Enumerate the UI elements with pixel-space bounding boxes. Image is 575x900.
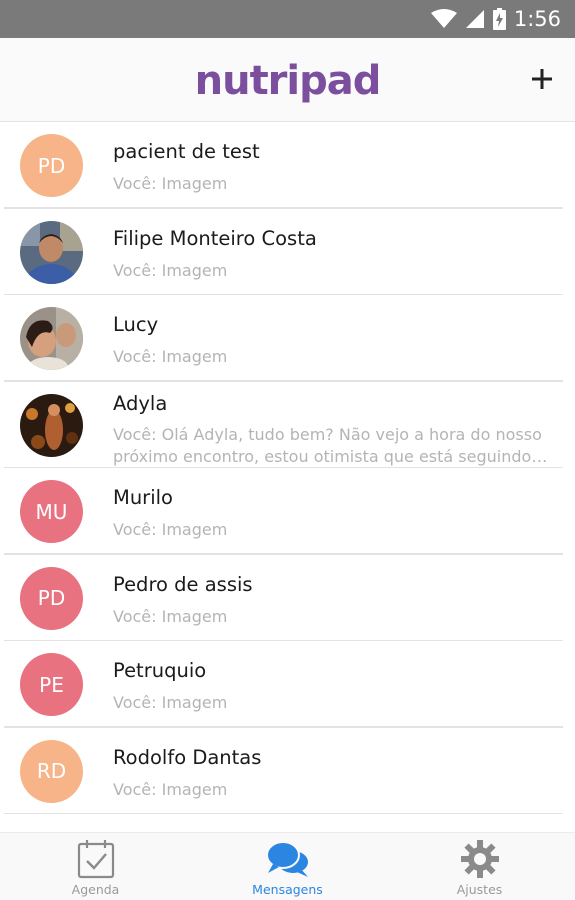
contact-name: Rodolfo Dantas	[113, 745, 262, 769]
app-logo: nutripad	[194, 58, 382, 104]
conversation-row[interactable]: Adyla Você: Olá Adyla, tudo bem? Não vej…	[0, 382, 575, 469]
message-preview: Você: Olá Adyla, tudo bem? Não vejo a ho…	[113, 424, 548, 466]
conversation-row[interactable]: RD Rodolfo Dantas Você: Imagem	[0, 728, 575, 815]
contact-name: Pedro de assis	[113, 572, 253, 596]
avatar: PE	[20, 653, 83, 716]
conversation-list: PD pacient de test Você: Imagem Filipe M…	[0, 122, 575, 832]
status-time: 1:56	[513, 7, 561, 31]
conversation-row[interactable]: MU Murilo Você: Imagem	[0, 468, 575, 555]
avatar: MU	[20, 480, 83, 543]
message-preview: Você: Imagem	[113, 520, 228, 539]
bottom-navigation: Agenda Mensagens Ajustes	[0, 832, 575, 900]
avatar: RD	[20, 739, 83, 803]
contact-name: Lucy	[113, 313, 159, 336]
contact-name: Petruquio	[113, 659, 207, 682]
tab-label: Ajustes	[456, 882, 503, 897]
signal-icon	[465, 9, 485, 29]
tab-label: Mensagens	[252, 882, 323, 897]
battery-icon	[492, 8, 506, 30]
gear-icon	[460, 839, 500, 883]
avatar-photo	[20, 393, 83, 457]
tab-ajustes[interactable]: Ajustes	[384, 833, 575, 900]
avatar: PD	[20, 134, 83, 197]
conversation-row[interactable]: PE Petruquio Você: Imagem	[0, 641, 575, 728]
contact-name: pacient de test	[113, 140, 260, 163]
add-conversation-button[interactable]	[525, 62, 559, 96]
avatar-photo	[20, 307, 83, 370]
tab-agenda[interactable]: Agenda	[0, 833, 191, 900]
contact-name: Adyla	[113, 391, 168, 415]
message-preview: Você: Imagem	[113, 693, 228, 712]
tab-mensagens[interactable]: Mensagens	[192, 833, 383, 900]
message-preview: Você: Imagem	[113, 779, 228, 799]
conversation-row[interactable]: Lucy Você: Imagem	[0, 295, 575, 382]
conversation-row[interactable]: PD Pedro de assis Você: Imagem	[0, 555, 575, 642]
contact-name: Murilo	[113, 486, 173, 509]
conversation-row[interactable]: PD pacient de test Você: Imagem	[0, 122, 575, 209]
message-preview: Você: Imagem	[113, 606, 228, 626]
plus-icon	[532, 69, 552, 89]
tab-label: Agenda	[71, 882, 120, 897]
message-preview: Você: Imagem	[113, 260, 228, 280]
chat-bubbles-icon	[265, 839, 311, 883]
wifi-icon	[430, 9, 457, 29]
contact-name: Filipe Monteiro Costa	[113, 226, 317, 250]
conversation-row[interactable]: Filipe Monteiro Costa Você: Imagem	[0, 209, 575, 296]
message-preview: Você: Imagem	[113, 174, 228, 193]
calendar-check-icon	[76, 839, 116, 883]
message-preview: Você: Imagem	[113, 347, 228, 366]
avatar-photo	[20, 220, 83, 284]
avatar: PD	[20, 566, 83, 630]
status-bar: 1:56	[0, 0, 575, 38]
app-header: nutripad	[0, 38, 575, 122]
